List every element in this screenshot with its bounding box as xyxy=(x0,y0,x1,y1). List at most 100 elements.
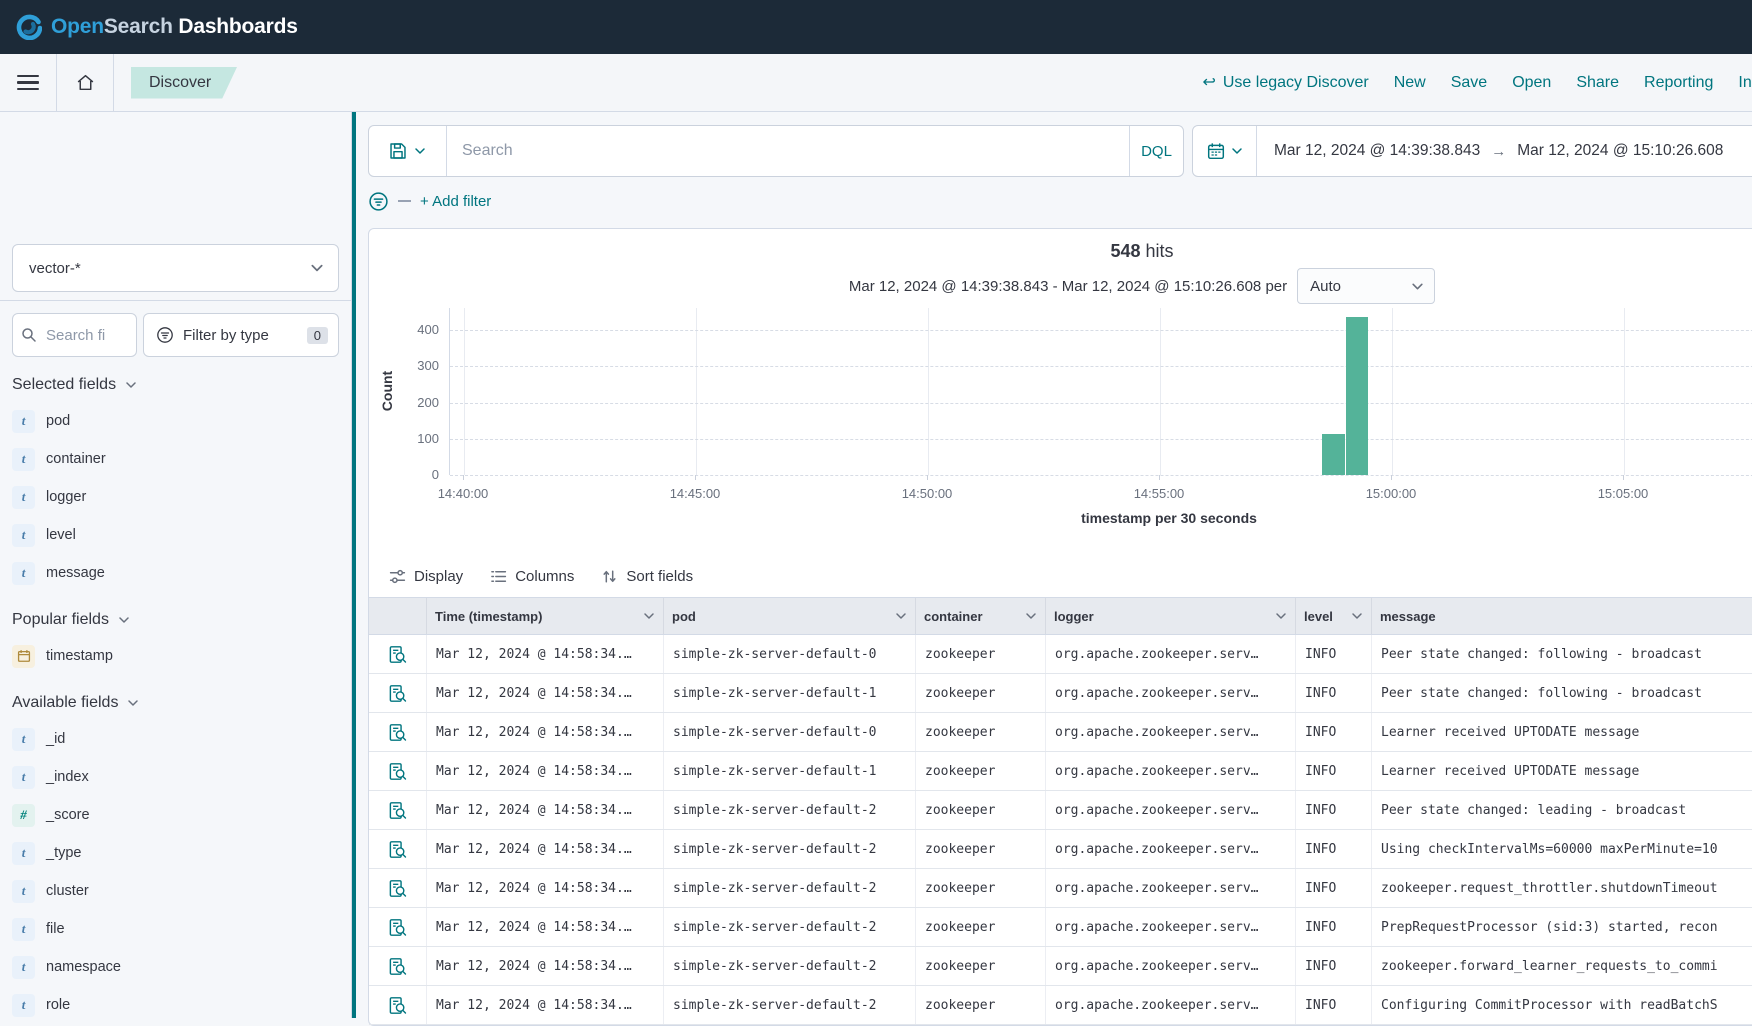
field-item-container[interactable]: tcontainer xyxy=(12,440,339,478)
index-pattern-select[interactable]: vector-* xyxy=(12,244,339,292)
column-label: container xyxy=(924,609,983,624)
section-header-available-fields[interactable]: Available fields xyxy=(12,692,339,714)
cell-message: Learner received UPTODATE message xyxy=(1372,713,1752,751)
column-header-container[interactable]: container xyxy=(916,598,1046,634)
filter-by-type-button[interactable]: Filter by type 0 xyxy=(143,313,339,357)
expand-row-button[interactable] xyxy=(369,674,427,712)
cell-time: Mar 12, 2024 @ 14:58:34.… xyxy=(427,791,664,829)
table-row: Mar 12, 2024 @ 14:58:34.…simple-zk-serve… xyxy=(369,635,1752,674)
string-field-icon: t xyxy=(12,956,35,979)
toolbar-display-button[interactable]: Display xyxy=(389,568,463,585)
field-search-input[interactable] xyxy=(44,326,114,345)
cell-level: INFO xyxy=(1296,947,1372,985)
x-axis-tick-label: 15:00:00 xyxy=(1346,486,1436,501)
column-header-time-timestamp-[interactable]: Time (timestamp) xyxy=(427,598,664,634)
cell-level: INFO xyxy=(1296,713,1372,751)
table-row: Mar 12, 2024 @ 14:58:34.…simple-zk-serve… xyxy=(369,674,1752,713)
expand-row-button[interactable] xyxy=(369,830,427,868)
saved-query-button[interactable] xyxy=(369,126,447,176)
expand-row-button[interactable] xyxy=(369,869,427,907)
quick-select-button[interactable] xyxy=(1193,126,1257,176)
field-item-_type[interactable]: t_type xyxy=(12,834,339,872)
cell-logger: org.apache.zookeeper.serv… xyxy=(1046,635,1296,673)
home-button[interactable] xyxy=(57,54,114,111)
sort-arrows-icon xyxy=(601,568,618,585)
filter-divider xyxy=(398,200,411,202)
nav-link-use-legacy-discover[interactable]: ↩Use legacy Discover xyxy=(1202,74,1368,92)
cell-time: Mar 12, 2024 @ 14:58:34.… xyxy=(427,713,664,751)
nav-link-open[interactable]: Open xyxy=(1512,74,1551,92)
date-end[interactable]: Mar 12, 2024 @ 15:10:26.608 xyxy=(1517,142,1723,160)
nav-link-new[interactable]: New xyxy=(1394,74,1426,92)
section-header-selected-fields[interactable]: Selected fields xyxy=(12,374,339,396)
nav-link-inspect[interactable]: Inspect xyxy=(1738,74,1752,92)
x-axis-title: timestamp per 30 seconds xyxy=(449,510,1752,526)
date-range[interactable]: Mar 12, 2024 @ 14:39:38.843 → Mar 12, 20… xyxy=(1257,142,1723,160)
field-item-pod[interactable]: tpod xyxy=(12,402,339,440)
dql-button[interactable]: DQL xyxy=(1129,126,1183,176)
chevron-down-icon xyxy=(414,145,426,157)
field-item-cluster[interactable]: tcluster xyxy=(12,872,339,910)
histogram-bar[interactable] xyxy=(1346,317,1368,475)
interval-select[interactable]: Auto xyxy=(1297,268,1435,304)
field-item-namespace[interactable]: tnamespace xyxy=(12,948,339,986)
field-item-level[interactable]: tlevel xyxy=(12,516,339,554)
expand-row-button[interactable] xyxy=(369,752,427,790)
cell-level: INFO xyxy=(1296,791,1372,829)
string-field-icon: t xyxy=(12,880,35,903)
section-header-popular-fields[interactable]: Popular fields xyxy=(12,609,339,631)
field-item-role[interactable]: trole xyxy=(12,986,339,1024)
expand-row-button[interactable] xyxy=(369,713,427,751)
nav-link-share[interactable]: Share xyxy=(1576,74,1619,92)
field-item-message[interactable]: tmessage xyxy=(12,554,339,592)
filter-circle-icon[interactable] xyxy=(368,191,389,212)
expand-row-button[interactable] xyxy=(369,947,427,985)
field-item-_score[interactable]: #_score xyxy=(12,796,339,834)
cell-level: INFO xyxy=(1296,635,1372,673)
cell-level: INFO xyxy=(1296,869,1372,907)
add-filter-button[interactable]: + Add filter xyxy=(420,193,491,210)
nav-link-save[interactable]: Save xyxy=(1451,74,1487,92)
date-start[interactable]: Mar 12, 2024 @ 14:39:38.843 xyxy=(1274,142,1480,160)
field-name: _type xyxy=(46,845,81,861)
nav-link-reporting[interactable]: Reporting xyxy=(1644,74,1713,92)
cell-time: Mar 12, 2024 @ 14:58:34.… xyxy=(427,752,664,790)
field-sections: Selected fieldstpodtcontainertloggertlev… xyxy=(12,374,339,1024)
x-axis-tick xyxy=(463,475,464,480)
expand-row-button[interactable] xyxy=(369,986,427,1024)
menu-button[interactable] xyxy=(0,54,57,111)
column-header-message[interactable]: message xyxy=(1372,598,1752,634)
cell-message: Peer state changed: following - broadcas… xyxy=(1372,635,1752,673)
cell-time: Mar 12, 2024 @ 14:58:34.… xyxy=(427,869,664,907)
sidebar: vector-* Filter by type 0 Selected field… xyxy=(0,112,352,1018)
expand-row-button[interactable] xyxy=(369,791,427,829)
field-item-_id[interactable]: t_id xyxy=(12,720,339,758)
cell-pod: simple-zk-server-default-1 xyxy=(664,752,916,790)
column-header-logger[interactable]: logger xyxy=(1046,598,1296,634)
cell-pod: simple-zk-server-default-2 xyxy=(664,986,916,1024)
cell-message: Using checkIntervalMs=60000 maxPerMinute… xyxy=(1372,830,1752,868)
expand-row-button[interactable] xyxy=(369,908,427,946)
y-gridline xyxy=(450,403,1752,404)
toolbar-sort-fields-button[interactable]: Sort fields xyxy=(601,568,693,585)
string-field-icon: t xyxy=(12,486,35,509)
expand-row-button[interactable] xyxy=(369,635,427,673)
table-row: Mar 12, 2024 @ 14:58:34.…simple-zk-serve… xyxy=(369,791,1752,830)
column-header-pod[interactable]: pod xyxy=(664,598,916,634)
cell-message: Learner received UPTODATE message xyxy=(1372,752,1752,790)
histogram-bar[interactable] xyxy=(1322,434,1344,475)
x-gridline xyxy=(928,308,929,475)
table-toolbar: Display Columns Sort fields xyxy=(369,560,1752,592)
toolbar-columns-button[interactable]: Columns xyxy=(490,568,574,585)
breadcrumb[interactable]: Discover xyxy=(131,67,237,99)
field-item-logger[interactable]: tlogger xyxy=(12,478,339,516)
field-item-file[interactable]: tfile xyxy=(12,910,339,948)
expand-document-icon xyxy=(388,645,407,664)
field-name: logger xyxy=(46,489,86,505)
field-item-_index[interactable]: t_index xyxy=(12,758,339,796)
column-header-level[interactable]: level xyxy=(1296,598,1372,634)
search-input[interactable] xyxy=(447,142,1129,160)
cell-container: zookeeper xyxy=(916,713,1046,751)
field-item-timestamp[interactable]: timestamp xyxy=(12,637,339,675)
x-axis-tick-label: 14:50:00 xyxy=(882,486,972,501)
